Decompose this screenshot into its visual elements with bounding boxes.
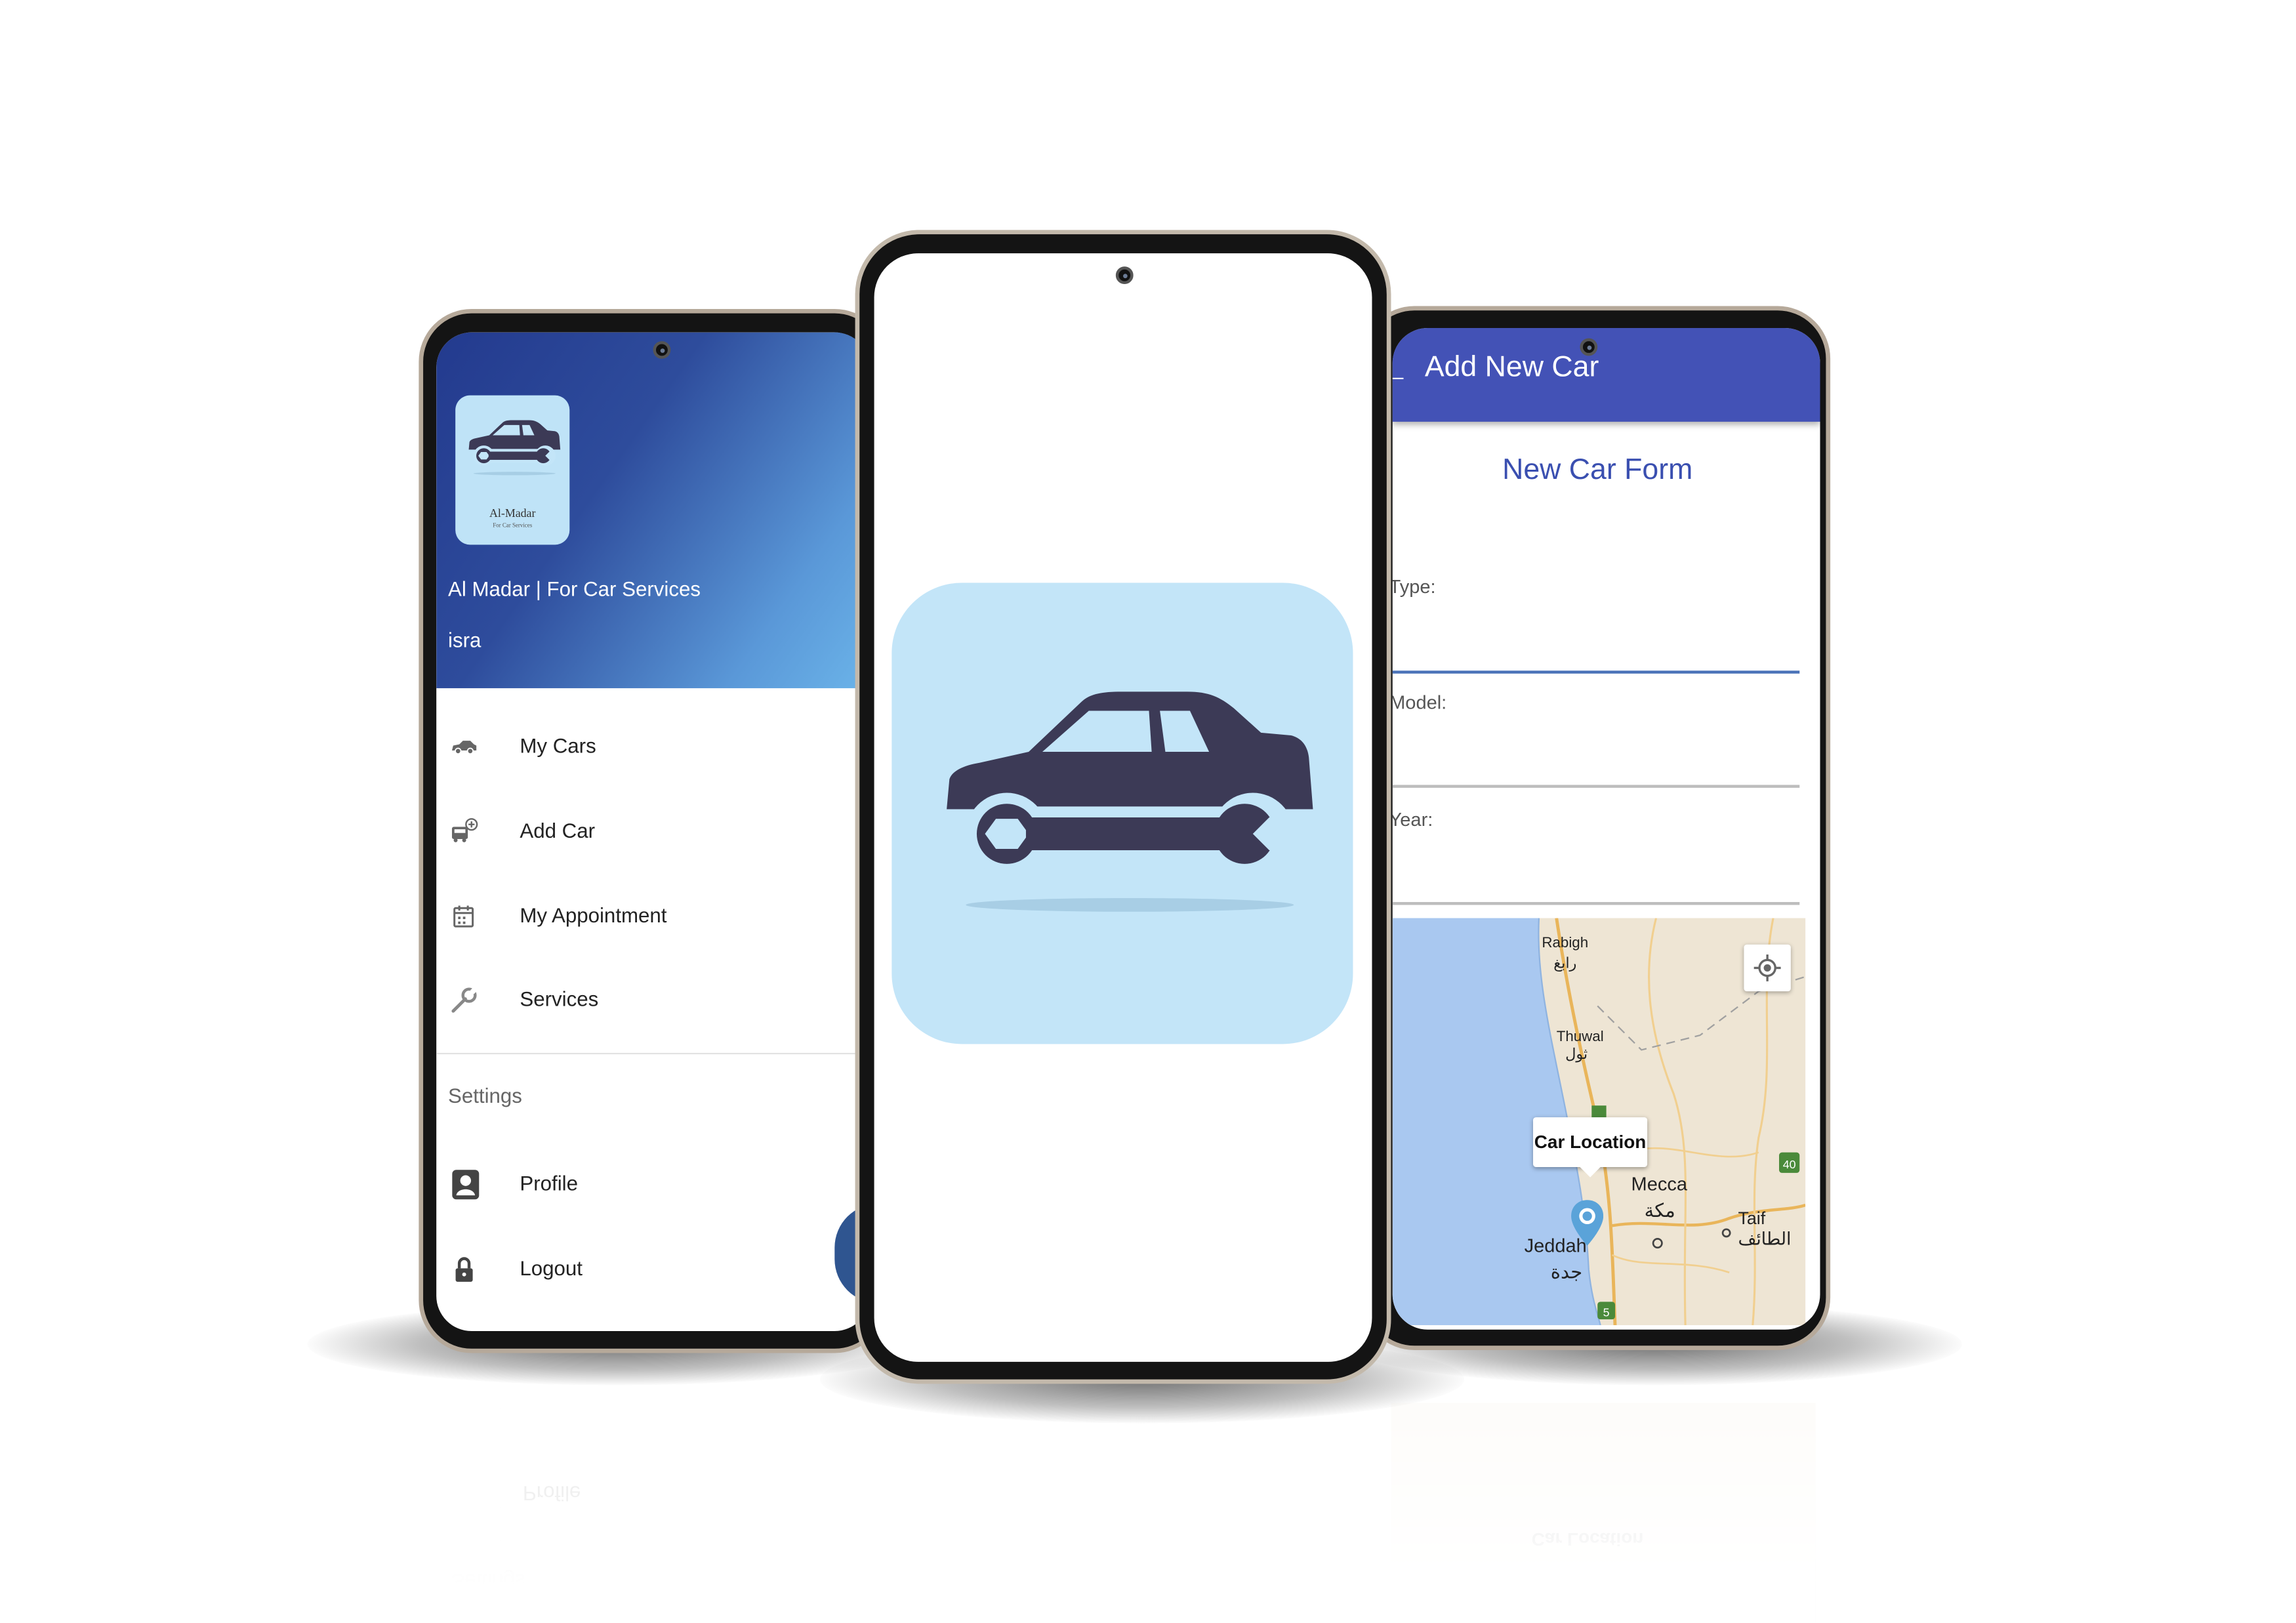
add-car-icon [451, 818, 478, 842]
menu-item-profile[interactable]: Profile [436, 1155, 861, 1214]
left-phone-screen: Al-Madar For Car Services Al Madar | For… [436, 332, 870, 1331]
user-name: isra [448, 628, 482, 652]
reflection-fade [1391, 1403, 1816, 1623]
splash-app-icon [892, 583, 1353, 1044]
calendar-icon [453, 905, 474, 928]
app-name: Al Madar | For Car Services [448, 577, 701, 601]
right-phone-reflection: Car Location [1391, 1403, 1816, 1623]
menu-item-label: My Appointment [520, 903, 667, 927]
menu-item-services[interactable]: Services [436, 971, 861, 1029]
car-wrench-logo-icon [916, 675, 1326, 949]
crosshair-icon [1753, 954, 1781, 981]
map-label-mecca-ar: مكة [1644, 1199, 1675, 1222]
logo-subtext: For Car Services [493, 521, 533, 529]
menu-item-my-appointment[interactable]: My Appointment [436, 888, 861, 946]
map-label-mecca: Mecca [1631, 1172, 1688, 1195]
menu-item-label: Services [520, 987, 599, 1011]
splash-screen [874, 253, 1372, 1362]
front-camera [653, 341, 671, 359]
map-label-taif: Taif [1738, 1208, 1766, 1229]
road-shield-40-text: 40 [1783, 1158, 1796, 1171]
road-shield-5-text: 5 [1603, 1306, 1610, 1319]
menu-item-label: Logout [520, 1256, 583, 1280]
right-phone-screen: ← Add New Car New Car Form r Type: r Mod… [1392, 327, 1820, 1330]
car-type-underline [1392, 670, 1800, 674]
map-label-thuwal-ar: ثول [1565, 1046, 1588, 1063]
map-label-rabigh: Rabigh [1542, 935, 1589, 952]
car-model-input[interactable] [1393, 720, 1800, 785]
wrench-icon [451, 987, 477, 1013]
car-wrench-logo-icon [461, 416, 564, 485]
my-location-button[interactable] [1744, 944, 1791, 992]
car-location-tooltip: Car Location [1533, 1117, 1648, 1178]
menu-item-add-car[interactable]: Add Car [436, 802, 861, 861]
menu-item-label: Add Car [520, 818, 596, 842]
reflection-fade [439, 1403, 864, 1623]
car-year-input[interactable] [1393, 838, 1800, 902]
car-model-label: r Model: [1392, 691, 1447, 714]
map-label-taif-ar: الطائف [1738, 1228, 1792, 1249]
mockup-stage: Settings Profile Car Location Al-Madar F… [0, 0, 2296, 1623]
menu-divider [436, 1052, 861, 1055]
menu-item-my-cars[interactable]: My Cars [436, 718, 861, 776]
front-camera [1580, 338, 1598, 356]
left-phone: Al-Madar For Car Services Al Madar | For… [419, 308, 888, 1353]
car-model-underline [1392, 785, 1800, 788]
car-icon [451, 741, 477, 755]
page-title: Add New Car [1424, 351, 1599, 384]
app-logo: Al-Madar For Car Services [455, 395, 570, 545]
menu-item-logout[interactable]: Logout [436, 1241, 861, 1299]
car-type-input[interactable] [1393, 606, 1800, 670]
form-title: New Car Form [1502, 453, 1693, 487]
menu-item-label: Profile [520, 1171, 578, 1195]
settings-heading: Settings [448, 1083, 522, 1107]
left-phone-reflection: Settings Profile [439, 1403, 864, 1623]
map-label-thuwal: Thuwal [1556, 1029, 1604, 1046]
back-arrow-icon[interactable]: ← [1393, 354, 1410, 392]
drawer-header: Al-Madar For Car Services Al Madar | For… [436, 332, 861, 689]
map-label-rabigh-ar: رابغ [1553, 956, 1577, 973]
map-label-jeddah-ar: جدة [1550, 1260, 1583, 1283]
map-marker-icon[interactable] [1571, 1199, 1604, 1249]
car-year-label: r Year: [1392, 808, 1433, 831]
app-bar: ← Add New Car [1392, 327, 1820, 422]
profile-icon [452, 1170, 480, 1200]
center-phone [855, 230, 1391, 1384]
car-type-label: r Type: [1392, 575, 1436, 598]
logo-text: Al-Madar [489, 506, 536, 520]
menu-item-label: My Cars [520, 733, 596, 757]
right-phone: ← Add New Car New Car Form r Type: r Mod… [1361, 306, 1831, 1350]
lock-icon [455, 1257, 473, 1282]
front-camera [1115, 266, 1134, 285]
car-year-underline [1392, 901, 1800, 905]
car-location-map[interactable]: 40 5 Rabigh رابغ Thuwal ثول Mecca مكة Je… [1392, 918, 1806, 1326]
